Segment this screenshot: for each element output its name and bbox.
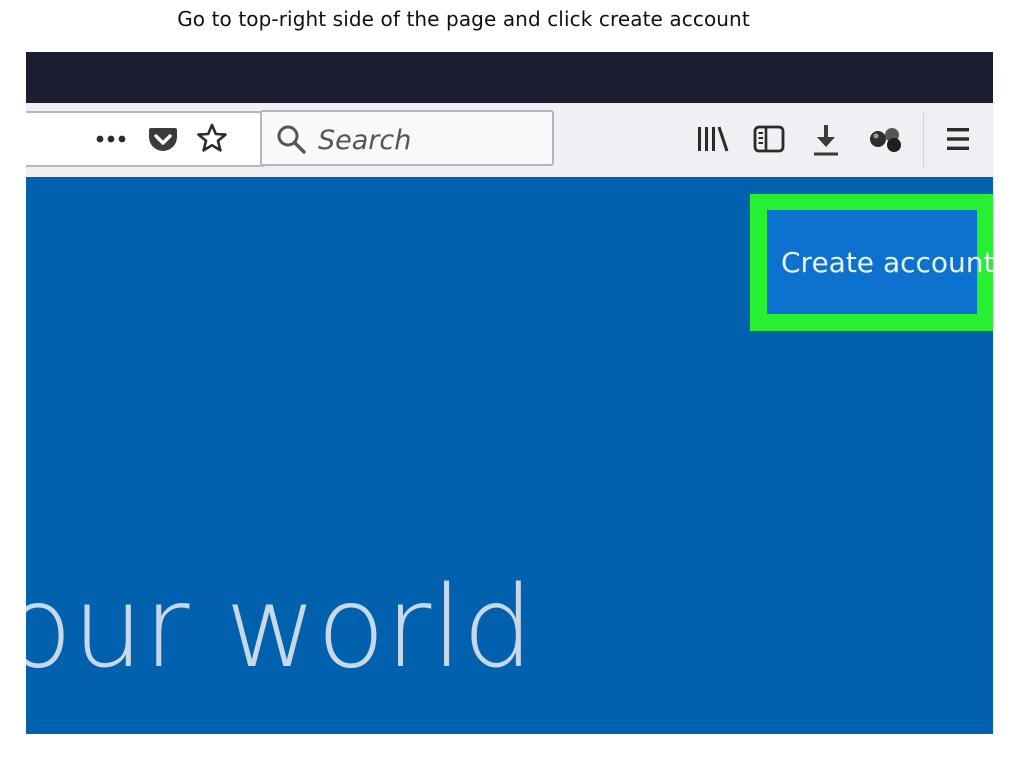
create-account-button[interactable]: Create account xyxy=(767,210,993,314)
webpage-content: Create account our world xyxy=(26,177,993,734)
search-placeholder: Search xyxy=(318,125,412,156)
library-icon[interactable] xyxy=(692,121,732,157)
bookmark-star-icon[interactable] xyxy=(194,120,230,156)
browser-titlebar xyxy=(26,52,993,103)
search-input[interactable]: Search xyxy=(260,110,554,166)
pocket-icon[interactable] xyxy=(146,122,180,156)
download-icon[interactable] xyxy=(808,120,844,160)
more-options-icon[interactable] xyxy=(94,121,128,157)
hamburger-menu-icon[interactable] xyxy=(940,121,976,157)
sidebar-icon[interactable] xyxy=(750,121,788,157)
browser-screenshot: Search Create account our world xyxy=(26,52,993,734)
toolbar-separator xyxy=(923,113,924,167)
search-icon xyxy=(274,122,308,156)
hero-heading: our world xyxy=(26,563,534,693)
browser-toolbar: Search xyxy=(26,103,993,178)
instruction-caption: Go to top-right side of the page and cli… xyxy=(177,7,750,31)
extension-icon[interactable] xyxy=(866,122,906,156)
